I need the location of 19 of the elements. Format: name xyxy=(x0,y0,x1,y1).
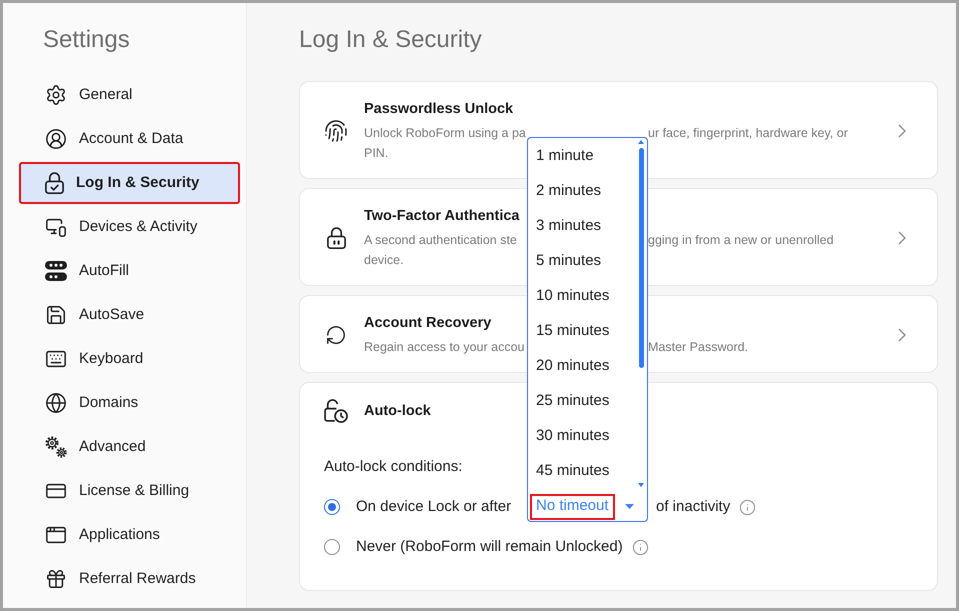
sidebar-title: Settings xyxy=(42,25,131,55)
card-description: gging in from a new or unenrolled xyxy=(648,232,834,249)
card-title: Account Recovery xyxy=(364,314,492,333)
card-description: Master Password. xyxy=(648,339,748,356)
card-description: ur face, fingerprint, hardware key, or xyxy=(648,125,848,142)
card-description: Unlock RoboForm using a pa xyxy=(364,126,526,140)
card-title: Auto-lock xyxy=(364,402,431,421)
card-title: Two-Factor Authentica xyxy=(364,207,520,226)
conditions-label: Auto-lock conditions: xyxy=(324,457,462,477)
page-title: Log In & Security xyxy=(299,25,483,55)
option-label: Never (RoboForm will remain Unlocked) xyxy=(356,536,623,557)
card-description: Regain access to your accou xyxy=(364,340,525,354)
selected-value: No timeout xyxy=(530,494,615,520)
card-title: Passwordless Unlock xyxy=(364,100,514,119)
card-description: PIN. xyxy=(364,145,388,162)
card-description: A second authentication ste xyxy=(364,233,517,247)
option-label: On device Lock or after xyxy=(356,498,512,515)
option-label: of inactivity xyxy=(656,496,730,517)
card-description: device. xyxy=(364,252,404,269)
